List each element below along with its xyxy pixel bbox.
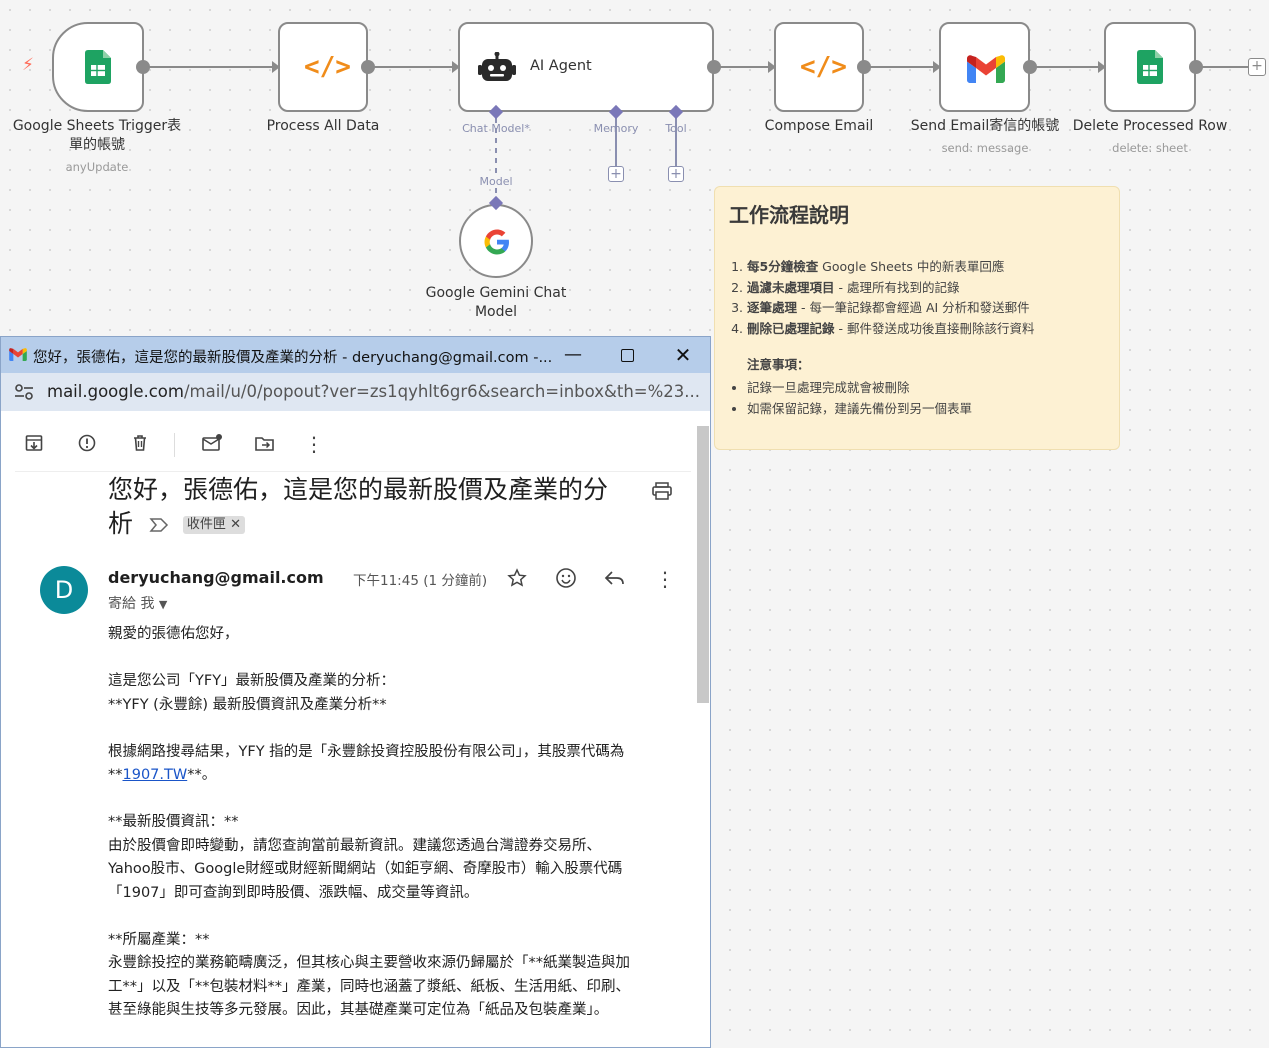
gmail-icon — [9, 348, 27, 361]
report-spam-icon[interactable] — [76, 433, 98, 455]
more-options-icon[interactable]: ⋮ — [303, 433, 325, 455]
sticky-title: 工作流程說明 — [729, 203, 849, 227]
output-port[interactable] — [1189, 60, 1203, 74]
paragraph: 這是您公司「YFY」最新股價及產業的分析： **YFY (永豐餘) 最新股價資訊及… — [108, 673, 396, 713]
node-process-all-data[interactable]: </> — [278, 22, 368, 112]
window-title-bar[interactable]: 您好，張德佑，這是您的最新股價及產業的分析 - deryuchang@gmail… — [1, 337, 710, 373]
node-label: Compose Email — [764, 118, 874, 134]
reply-icon[interactable] — [604, 569, 626, 591]
output-port[interactable] — [136, 60, 150, 74]
list-item: 逐筆處理 - 每一筆記錄都會經過 AI 分析和發送郵件 — [747, 298, 1127, 319]
notes-heading: 注意事項： — [747, 357, 810, 372]
list-item: 如需保留記錄，建議先備份到另一個表單 — [747, 399, 1127, 420]
google-g-icon — [484, 229, 509, 255]
paragraph: **所屬產業：** 永豐餘投控的業務範疇廣泛，但其核心與主要營收來源仍歸屬於「**… — [108, 931, 630, 1019]
node-label: AI Agent — [530, 58, 592, 74]
maximize-button[interactable] — [612, 343, 642, 367]
add-node-button[interactable]: + — [1248, 58, 1266, 76]
sender-email[interactable]: deryuchang@gmail.com — [108, 568, 324, 587]
scrollbar-thumb[interactable] — [697, 426, 709, 703]
node-google-gemini-chat-model[interactable] — [459, 204, 533, 278]
stock-code-link[interactable]: 1907.TW — [123, 767, 188, 783]
robot-icon — [478, 52, 516, 81]
move-to-icon[interactable] — [254, 433, 276, 455]
trigger-bolt-icon: ⚡ — [22, 55, 34, 75]
steps-list: 每5分鐘檢查 Google Sheets 中的新表單回應 過濾未處理項目 - 處… — [731, 257, 1127, 339]
greeting: 親愛的張德佑您好， — [108, 626, 239, 642]
paragraph: 根據網路搜尋結果，YFY 指的是「永豐餘投資控股股份有限公司」，其股票代碼為 **… — [108, 743, 625, 784]
node-ai-agent[interactable]: AI Agent — [458, 22, 714, 112]
output-port[interactable] — [1023, 60, 1037, 74]
memory-port-label: Memory — [593, 122, 639, 135]
list-item: 刪除已處理記錄 - 郵件發送成功後直接刪除該行資料 — [747, 319, 1127, 340]
model-connection-label: Model — [466, 175, 526, 188]
more-actions-icon[interactable]: ⋮ — [655, 567, 675, 591]
node-subtitle: anyUpdate — [65, 160, 129, 174]
remove-label-icon[interactable]: ✕ — [230, 517, 241, 532]
chat-model-port-label: Chat Model* — [462, 122, 530, 135]
output-port[interactable] — [707, 60, 721, 74]
node-subtitle: delete: sheet — [1112, 141, 1188, 155]
add-tool-button[interactable]: + — [668, 166, 684, 182]
address-bar[interactable]: mail.google.com/mail/u/0/popout?ver=zs1q… — [1, 373, 710, 411]
url-text[interactable]: mail.google.com/mail/u/0/popout?ver=zs1q… — [47, 382, 700, 401]
recipient-line[interactable]: 寄給 我 ▼ — [108, 593, 167, 613]
window-title: 您好，張德佑，這是您的最新股價及產業的分析 - deryuchang@gmail… — [33, 350, 553, 366]
node-label: Process All Data — [266, 118, 380, 134]
toolbar-divider — [174, 433, 175, 457]
output-port[interactable] — [857, 60, 871, 74]
node-label: Google Sheets Trigger表單的帳號 — [12, 118, 182, 153]
sticky-note[interactable]: 工作流程說明 每5分鐘檢查 Google Sheets 中的新表單回應 過濾未處… — [714, 186, 1120, 450]
google-sheets-icon — [1137, 50, 1163, 84]
tool-port-label: Tool — [665, 122, 687, 135]
gmail-icon — [967, 55, 1005, 83]
output-port[interactable] — [361, 60, 375, 74]
inbox-label-chip[interactable]: 收件匣 ✕ — [182, 516, 245, 534]
email-subject: 您好，張德佑，這是您的最新股價及產業的分析 收件匣 ✕ — [108, 473, 628, 542]
code-icon: </> — [304, 52, 351, 82]
code-icon: </> — [800, 52, 847, 82]
email-body: 親愛的張德佑您好， 這是您公司「YFY」最新股價及產業的分析： **YFY (永豐… — [108, 623, 683, 1046]
gmail-popout-window[interactable]: 您好，張德佑，這是您的最新股價及產業的分析 - deryuchang@gmail… — [0, 336, 711, 1048]
toolbar-separator — [15, 471, 691, 472]
list-item: 記錄一旦處理完成就會被刪除 — [747, 378, 1127, 399]
email-timestamp: 下午11:45 (1 分鐘前) — [353, 573, 488, 589]
star-icon[interactable] — [507, 568, 527, 592]
avatar[interactable]: D — [40, 566, 88, 614]
node-send-email[interactable] — [939, 22, 1030, 112]
node-compose-email[interactable]: </> — [774, 22, 864, 112]
notes-list: 記錄一旦處理完成就會被刪除 如需保留記錄，建議先備份到另一個表單 — [731, 378, 1127, 419]
chevron-down-icon[interactable]: ▼ — [159, 598, 167, 611]
delete-icon[interactable] — [129, 433, 151, 455]
archive-icon[interactable] — [23, 433, 45, 455]
node-google-sheets-trigger[interactable] — [52, 22, 144, 112]
add-memory-button[interactable]: + — [608, 166, 624, 182]
close-button[interactable]: ✕ — [668, 343, 698, 367]
node-delete-processed-row[interactable] — [1104, 22, 1196, 112]
node-label: Google Gemini Chat Model — [425, 285, 567, 320]
print-icon[interactable] — [651, 481, 673, 505]
node-label: Delete Processed Row — [1072, 118, 1228, 134]
paragraph: **最新股價資訊：** 由於股價會即時變動，請您查詢當前最新資訊。建議您透過台灣證… — [108, 814, 623, 901]
importance-marker-icon[interactable] — [149, 508, 169, 542]
site-settings-icon[interactable] — [13, 383, 35, 401]
google-sheets-icon — [85, 50, 111, 84]
list-item: 過濾未處理項目 - 處理所有找到的記錄 — [747, 278, 1127, 299]
list-item: 每5分鐘檢查 Google Sheets 中的新表單回應 — [747, 257, 1127, 278]
emoji-reaction-icon[interactable] — [555, 567, 577, 593]
node-subtitle: send: message — [941, 141, 1029, 155]
minimize-button[interactable]: — — [558, 343, 588, 367]
mark-unread-icon[interactable] — [201, 433, 223, 455]
node-label: Send Email寄信的帳號 — [910, 118, 1060, 134]
